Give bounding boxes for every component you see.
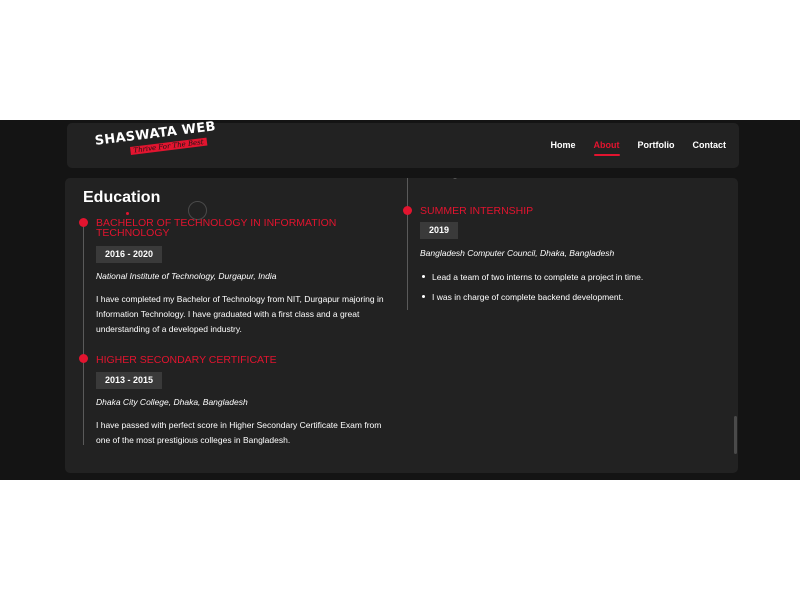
- timeline-dot-icon: [403, 206, 412, 215]
- timeline-dot-icon: [79, 354, 88, 363]
- experience-item: SUMMER INTERNSHIP 2019 Bangladesh Comput…: [65, 178, 738, 318]
- brand-logo[interactable]: SHASWATA WEB Thrive For The Best: [94, 120, 217, 162]
- nav-contact-link[interactable]: Contact: [693, 140, 727, 150]
- education-item-title: HIGHER SECONDARY CERTIFICATE: [96, 354, 277, 366]
- navbar: SHASWATA WEB Thrive For The Best Home Ab…: [67, 120, 739, 168]
- scrollbar-thumb[interactable]: [734, 416, 737, 454]
- year-badge: 2019: [420, 222, 459, 239]
- experience-bullets: Lead a team of two interns to complete a…: [420, 271, 720, 311]
- institution-name: Dhaka City College, Dhaka, Bangladesh: [96, 397, 248, 407]
- education-description: I have passed with perfect score in High…: [96, 420, 382, 445]
- page-viewport: SHASWATA WEB Thrive For The Best Home Ab…: [0, 120, 800, 480]
- nav-portfolio-link[interactable]: Portfolio: [638, 140, 675, 150]
- bullet-item: Lead a team of two interns to complete a…: [420, 271, 720, 291]
- organization-name: Bangladesh Computer Council, Dhaka, Bang…: [420, 248, 615, 258]
- nav-home-link[interactable]: Home: [550, 140, 575, 150]
- nav-links: Home About Portfolio Contact: [550, 140, 727, 156]
- nav-about-link[interactable]: About: [593, 140, 620, 156]
- year-badge: 2013 - 2015: [96, 372, 163, 389]
- experience-item-title: SUMMER INTERNSHIP: [420, 205, 534, 217]
- education-card: Education BACHELOR OF TECHNOLOGY IN INFO…: [65, 178, 738, 473]
- bullet-item: I was in charge of complete backend deve…: [420, 291, 720, 311]
